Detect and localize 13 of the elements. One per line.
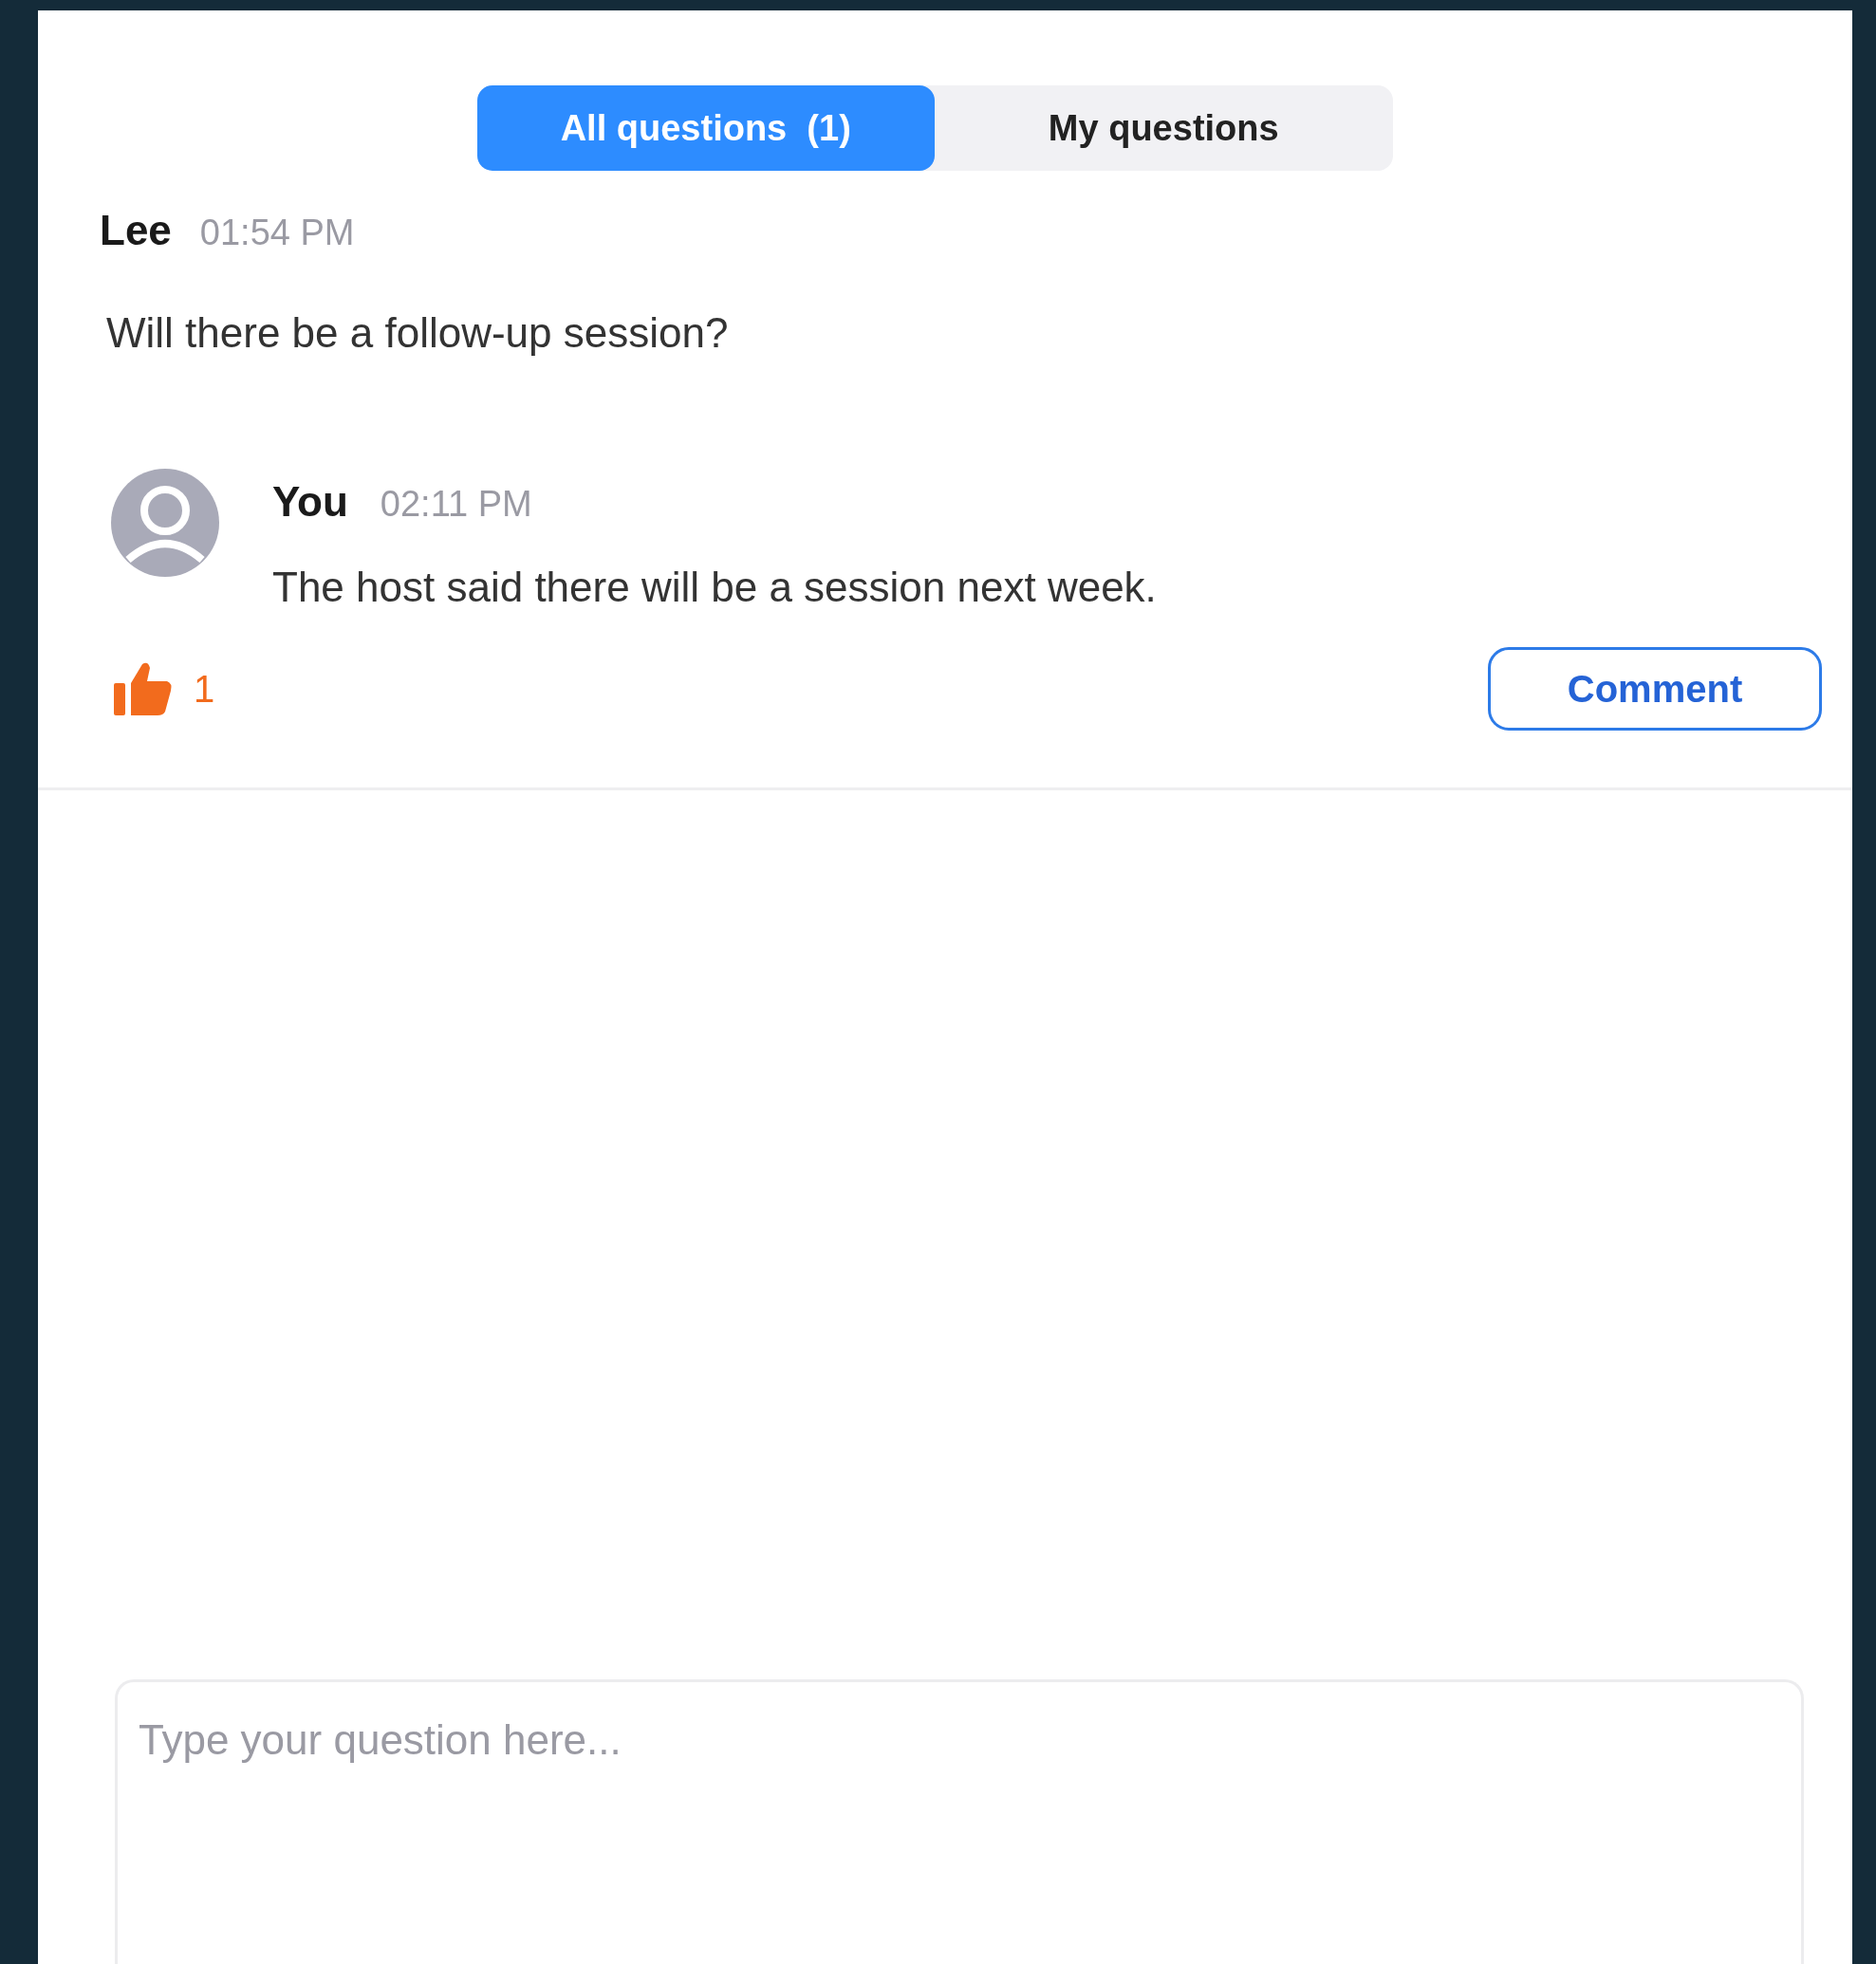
tab[interactable]: My questions	[935, 85, 1393, 171]
timestamp: 01:54 PM	[199, 212, 355, 254]
question-input[interactable]: Type your question here...	[115, 1679, 1804, 1964]
author-name: You	[272, 477, 348, 527]
timestamp: 02:11 PM	[380, 483, 532, 526]
author-name: Lee	[100, 206, 172, 255]
question-text: Will there be a follow-up session?	[106, 309, 729, 356]
answer-text: The host said there will be a session next week.	[272, 563, 1157, 612]
thumbs-up-icon[interactable]	[114, 660, 173, 717]
comment-button[interactable]: Comment	[1488, 647, 1822, 731]
tab[interactable]: All questions (1)	[476, 85, 935, 171]
avatar-icon	[111, 469, 219, 577]
like-count: 1	[194, 667, 215, 712]
